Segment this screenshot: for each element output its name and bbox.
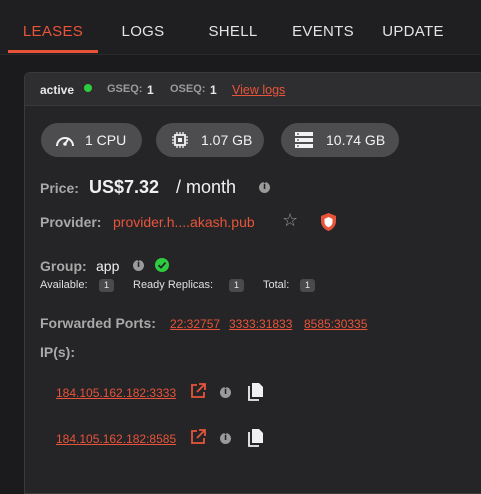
tab-update[interactable]: UPDATE <box>376 0 450 54</box>
info-icon[interactable]: i <box>259 182 270 193</box>
gseq-value: 1 <box>147 83 154 97</box>
check-circle-icon <box>155 258 169 272</box>
port-link[interactable]: 3333:31833 <box>229 317 292 331</box>
tab-leases[interactable]: LEASES <box>8 0 98 54</box>
cpu-value: 1 CPU <box>85 132 127 148</box>
ip-link[interactable]: 184.105.162.182:8585 <box>56 432 176 446</box>
lease-status: active <box>40 83 75 97</box>
port-link[interactable]: 22:32757 <box>170 317 220 331</box>
cpu-chip: 1 CPU <box>41 123 142 157</box>
view-logs-link[interactable]: View logs <box>232 83 285 97</box>
tab-events[interactable]: EVENTS <box>285 0 361 54</box>
group-name: app <box>96 258 120 274</box>
copy-icon[interactable] <box>248 429 264 447</box>
info-icon[interactable]: i <box>133 260 144 271</box>
external-link-icon[interactable] <box>191 429 206 444</box>
speedometer-icon <box>56 137 74 147</box>
provider-link[interactable]: provider.h....akash.pub <box>113 214 255 230</box>
copy-icon[interactable] <box>248 383 264 401</box>
tab-shell[interactable]: SHELL <box>196 0 270 54</box>
info-icon[interactable]: i <box>220 433 231 444</box>
price-period: / month <box>176 177 237 197</box>
tab-bar: LEASES LOGS SHELL EVENTS UPDATE <box>0 0 481 55</box>
storage-chip: 10.74 GB <box>281 123 399 157</box>
lease-header: active GSEQ: 1 OSEQ: 1 View logs <box>25 73 481 106</box>
provider-label: Provider: <box>40 214 102 230</box>
port-link[interactable]: 8585:30335 <box>304 317 367 331</box>
oseq-label: OSEQ: <box>170 83 206 95</box>
active-tab-indicator <box>8 50 98 53</box>
ready-replicas-count: 1 <box>229 279 244 292</box>
total-count: 1 <box>300 279 315 292</box>
group-label: Group: <box>40 258 87 274</box>
storage-icon <box>295 132 313 148</box>
available-label: Available: <box>40 279 88 291</box>
memory-value: 1.07 GB <box>201 132 253 148</box>
price-label: Price: <box>40 180 79 196</box>
ips-label: IP(s): <box>40 344 75 360</box>
gseq-label: GSEQ: <box>107 83 143 95</box>
chip-icon <box>172 132 188 148</box>
star-icon[interactable]: ☆ <box>282 210 298 231</box>
available-count: 1 <box>99 279 114 292</box>
ip-link[interactable]: 184.105.162.182:3333 <box>56 386 176 400</box>
ready-replicas-label: Ready Replicas: <box>133 279 214 291</box>
lease-card: active GSEQ: 1 OSEQ: 1 View logs 1 CPU 1… <box>24 72 481 494</box>
tab-logs[interactable]: LOGS <box>110 0 176 54</box>
price-amount: US$7.32 <box>89 177 160 197</box>
info-icon[interactable]: i <box>220 387 231 398</box>
forwarded-ports-label: Forwarded Ports: <box>40 315 156 331</box>
total-label: Total: <box>263 279 290 291</box>
status-dot <box>84 84 92 92</box>
memory-chip: 1.07 GB <box>156 123 264 157</box>
external-link-icon[interactable] <box>191 383 206 398</box>
oseq-value: 1 <box>210 83 217 97</box>
shield-icon <box>321 213 336 231</box>
storage-value: 10.74 GB <box>326 132 386 148</box>
